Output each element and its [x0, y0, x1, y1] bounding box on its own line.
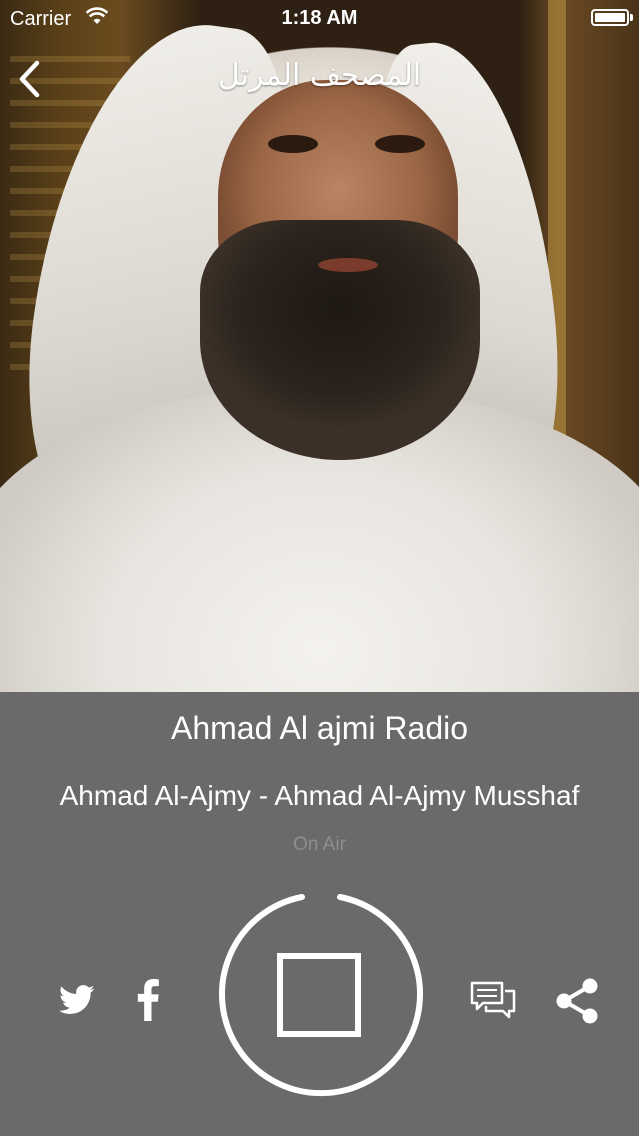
- mouth: [318, 258, 378, 272]
- share-button[interactable]: [550, 974, 604, 1028]
- battery-tip: [630, 14, 633, 21]
- left-eye: [268, 135, 318, 153]
- status-bar: Carrier 1:18 AM: [0, 0, 639, 38]
- facebook-button[interactable]: [128, 977, 168, 1023]
- player-panel: Ahmad Al ajmi Radio Ahmad Al-Ajmy - Ahma…: [0, 692, 639, 1136]
- navigation-bar: المصحف المرتل: [0, 44, 639, 112]
- status-time: 1:18 AM: [281, 7, 358, 29]
- battery-icon: [591, 9, 629, 26]
- twitter-icon: [59, 985, 95, 1014]
- stop-button[interactable]: [216, 890, 426, 1100]
- share-icon: [556, 978, 598, 1024]
- facebook-icon: [137, 979, 159, 1021]
- track-title: Ahmad Al-Ajmy - Ahmad Al-Ajmy Musshaf: [59, 780, 580, 811]
- on-air-status: On Air: [293, 834, 346, 855]
- page-title: المصحف المرتل: [217, 58, 422, 93]
- right-eye: [375, 135, 425, 153]
- station-name: Ahmad Al ajmi Radio: [170, 710, 469, 746]
- stop-icon: [277, 953, 361, 1037]
- comments-button[interactable]: [466, 977, 520, 1023]
- comments-icon: [470, 981, 516, 1019]
- twitter-button[interactable]: [54, 977, 100, 1023]
- beard: [200, 220, 480, 460]
